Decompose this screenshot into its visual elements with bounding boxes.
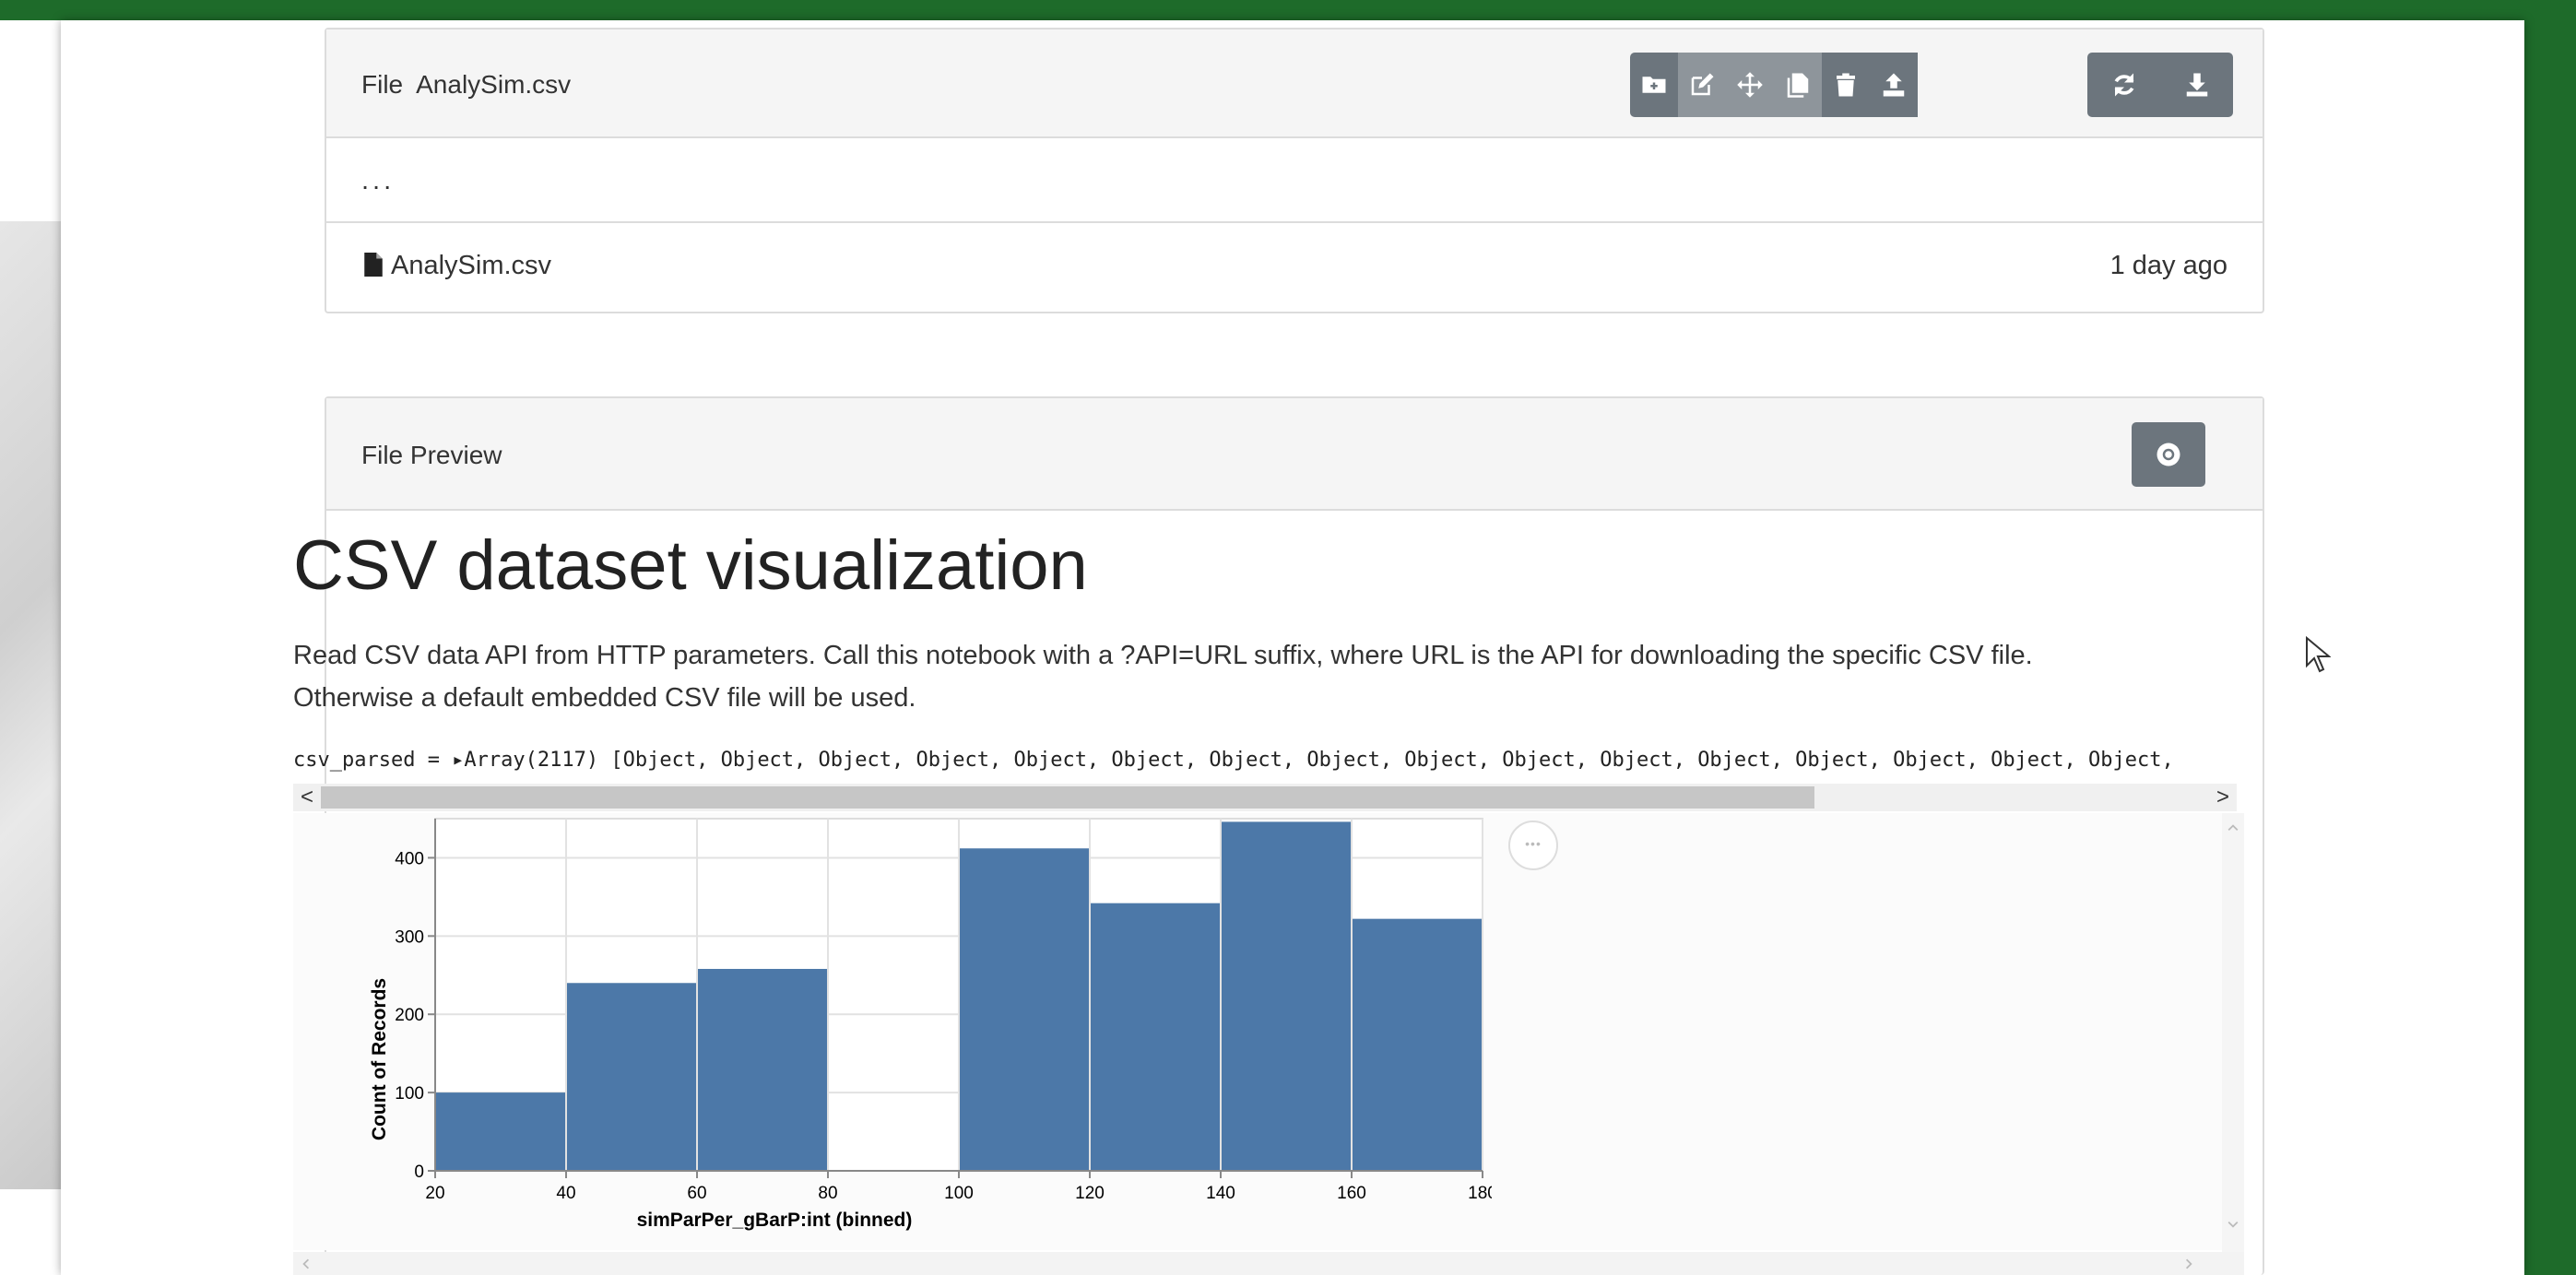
copy-icon: [1787, 73, 1809, 98]
parent-directory-row[interactable]: ...: [326, 138, 2263, 223]
scroll-down-arrow[interactable]: [2227, 1219, 2239, 1230]
file-panel-header: File AnalySim.csv: [326, 30, 2263, 138]
x-tick-label: 180: [1468, 1184, 1492, 1203]
file-toolbar: [1630, 53, 2056, 117]
file-toolbar-secondary: [2087, 53, 2233, 117]
file-icon: [364, 253, 383, 277]
rename-button[interactable]: [1678, 53, 1726, 117]
histogram-bar: [960, 848, 1089, 1171]
upload-button[interactable]: [1870, 53, 1918, 117]
y-tick-label: 300: [395, 927, 424, 947]
file-modified-time: 1 day ago: [2109, 251, 2227, 280]
preview-toggle-button[interactable]: [2132, 422, 2205, 487]
trash-icon: [1837, 73, 1855, 97]
scroll-up-arrow[interactable]: [2227, 822, 2239, 833]
eye-icon: [2157, 443, 2180, 466]
mouse-cursor-icon: [2306, 636, 2331, 673]
refresh-icon: [2114, 73, 2133, 97]
chart-actions-menu[interactable]: •••: [1508, 820, 1558, 870]
new-folder-button[interactable]: [1630, 53, 1678, 117]
y-tick-label: 100: [395, 1084, 424, 1104]
x-tick-label: 20: [425, 1184, 444, 1203]
more-icon: •••: [1525, 836, 1542, 851]
output-horizontal-scrollbar[interactable]: [293, 1252, 2244, 1275]
x-tick-label: 160: [1337, 1184, 1366, 1203]
top-header-bar: [0, 0, 2576, 20]
scroll-right-arrow[interactable]: >: [2209, 784, 2237, 811]
file-name[interactable]: AnalySim.csv: [391, 251, 551, 281]
preview-panel-header: File Preview: [326, 398, 2263, 511]
move-button[interactable]: [1726, 53, 1774, 117]
output-vertical-scrollbar[interactable]: [2222, 813, 2244, 1252]
notebook-description: Read CSV data API from HTTP parameters. …: [293, 634, 2211, 719]
new-folder-icon: [1642, 77, 1666, 93]
scroll-left-arrow[interactable]: <: [293, 784, 321, 811]
edit-icon: [1691, 73, 1714, 96]
background-right-strip: [2524, 20, 2576, 1275]
x-tick-label: 40: [556, 1184, 575, 1203]
file-browser-panel: File AnalySim.csv ... AnalySim.csv 1 day…: [325, 28, 2264, 313]
scrollbar-thumb[interactable]: [321, 786, 1814, 809]
background-left-decoration: [0, 221, 61, 1189]
download-icon: [2186, 73, 2207, 97]
histogram-bar: [698, 968, 827, 1171]
move-icon: [1737, 72, 1763, 98]
refresh-button[interactable]: [2087, 53, 2160, 117]
notebook-description-line2: Otherwise a default embedded CSV file wi…: [293, 683, 916, 713]
y-tick-label: 0: [414, 1163, 424, 1182]
horizontal-scrollbar[interactable]: < >: [293, 784, 2237, 811]
y-axis-title: Count of Records: [369, 978, 390, 1140]
upload-icon: [1883, 73, 1905, 97]
y-tick-label: 200: [395, 1006, 424, 1025]
x-tick-label: 80: [818, 1184, 837, 1203]
x-tick-label: 140: [1206, 1184, 1235, 1203]
histogram-bar: [1222, 821, 1351, 1171]
histogram-bar: [1353, 918, 1482, 1171]
parent-directory-label: ...: [361, 166, 396, 195]
scroll-left-arrow-2[interactable]: [301, 1258, 312, 1269]
x-axis-title: simParPer_gBarP:int (binned): [637, 1210, 913, 1231]
x-tick-label: 100: [944, 1184, 974, 1203]
histogram-bar: [1091, 903, 1220, 1171]
file-panel-title: File AnalySim.csv: [361, 70, 572, 99]
x-tick-label: 60: [687, 1184, 706, 1203]
histogram-bar: [436, 1092, 565, 1171]
histogram-bar: [567, 983, 696, 1171]
x-tick-label: 120: [1075, 1184, 1105, 1203]
delete-button[interactable]: [1822, 53, 1870, 117]
preview-panel-title: File Preview: [361, 441, 502, 469]
csv-parsed-output[interactable]: csv_parsed = ▸Array(2117) [Object, Objec…: [293, 749, 2211, 780]
copy-button[interactable]: [1774, 53, 1822, 117]
notebook-heading: CSV dataset visualization: [293, 526, 1088, 605]
scroll-right-arrow-2[interactable]: [2183, 1258, 2194, 1269]
chart-output-cell: 20 40 60 80 100 120 140 160 180 0 100 200 300 400 simP…: [293, 813, 2222, 1250]
download-button[interactable]: [2160, 53, 2233, 117]
file-row[interactable]: AnalySim.csv 1 day ago: [326, 223, 2263, 312]
notebook-description-line1: Read CSV data API from HTTP parameters. …: [293, 641, 2033, 670]
y-tick-label: 400: [395, 849, 424, 868]
histogram-chart: 20 40 60 80 100 120 140 160 180 0 100 200 300 400 simP…: [369, 818, 1492, 1231]
